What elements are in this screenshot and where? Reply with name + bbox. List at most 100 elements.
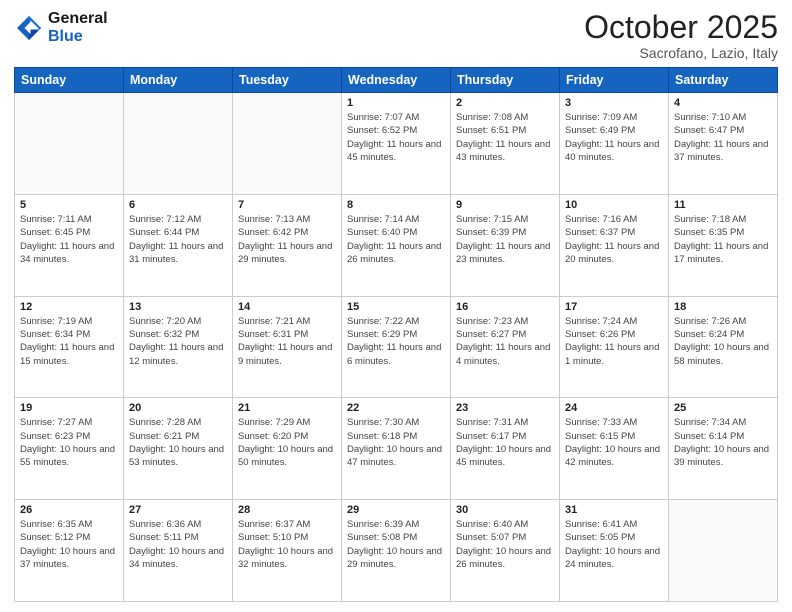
table-row: 1 Sunrise: 7:07 AM Sunset: 6:52 PM Daylig… (342, 93, 451, 195)
subtitle: Sacrofano, Lazio, Italy (584, 45, 778, 61)
table-row: 23 Sunrise: 7:31 AM Sunset: 6:17 PM Dayli… (451, 398, 560, 500)
day-info: Sunrise: 7:11 AM Sunset: 6:45 PM Dayligh… (20, 213, 118, 266)
day-info: Sunrise: 7:33 AM Sunset: 6:15 PM Dayligh… (565, 416, 663, 469)
calendar-week-row: 1 Sunrise: 7:07 AM Sunset: 6:52 PM Daylig… (15, 93, 778, 195)
day-number: 25 (674, 402, 772, 414)
main-title: October 2025 (584, 10, 778, 45)
day-number: 8 (347, 199, 445, 211)
day-info: Sunrise: 7:31 AM Sunset: 6:17 PM Dayligh… (456, 416, 554, 469)
calendar-header-row: Sunday Monday Tuesday Wednesday Thursday… (15, 68, 778, 93)
day-info: Sunrise: 7:30 AM Sunset: 6:18 PM Dayligh… (347, 416, 445, 469)
day-number: 19 (20, 402, 118, 414)
day-info: Sunrise: 6:36 AM Sunset: 5:11 PM Dayligh… (129, 518, 227, 571)
table-row: 4 Sunrise: 7:10 AM Sunset: 6:47 PM Daylig… (669, 93, 778, 195)
logo: General Blue (14, 10, 108, 45)
day-info: Sunrise: 7:14 AM Sunset: 6:40 PM Dayligh… (347, 213, 445, 266)
table-row: 16Sunrise: 7:23 AM Sunset: 6:27 PM Dayli… (451, 296, 560, 398)
day-info: Sunrise: 7:08 AM Sunset: 6:51 PM Dayligh… (456, 111, 554, 164)
day-info: Sunrise: 6:35 AM Sunset: 5:12 PM Dayligh… (20, 518, 118, 571)
table-row: 18Sunrise: 7:26 AM Sunset: 6:24 PM Dayli… (669, 296, 778, 398)
table-row: 29 Sunrise: 6:39 AM Sunset: 5:08 PM Dayli… (342, 500, 451, 602)
title-block: October 2025 Sacrofano, Lazio, Italy (584, 10, 778, 61)
day-info: Sunrise: 7:13 AM Sunset: 6:42 PM Dayligh… (238, 213, 336, 266)
header-sunday: Sunday (15, 68, 124, 93)
calendar-week-row: 19 Sunrise: 7:27 AM Sunset: 6:23 PM Dayli… (15, 398, 778, 500)
table-row: 22 Sunrise: 7:30 AM Sunset: 6:18 PM Dayli… (342, 398, 451, 500)
table-row: 19 Sunrise: 7:27 AM Sunset: 6:23 PM Dayli… (15, 398, 124, 500)
day-number: 12 (20, 301, 118, 313)
day-info: Sunrise: 7:12 AM Sunset: 6:44 PM Dayligh… (129, 213, 227, 266)
table-row (233, 93, 342, 195)
header: General Blue October 2025 Sacrofano, Laz… (14, 10, 778, 61)
calendar-week-row: 12Sunrise: 7:19 AM Sunset: 6:34 PM Dayli… (15, 296, 778, 398)
table-row: 25Sunrise: 7:34 AM Sunset: 6:14 PM Dayli… (669, 398, 778, 500)
day-info: Sunrise: 7:28 AM Sunset: 6:21 PM Dayligh… (129, 416, 227, 469)
day-info: Sunrise: 7:27 AM Sunset: 6:23 PM Dayligh… (20, 416, 118, 469)
day-number: 1 (347, 97, 445, 109)
day-number: 5 (20, 199, 118, 211)
day-info: Sunrise: 6:37 AM Sunset: 5:10 PM Dayligh… (238, 518, 336, 571)
table-row: 20 Sunrise: 7:28 AM Sunset: 6:21 PM Dayli… (124, 398, 233, 500)
table-row: 12Sunrise: 7:19 AM Sunset: 6:34 PM Dayli… (15, 296, 124, 398)
day-info: Sunrise: 7:29 AM Sunset: 6:20 PM Dayligh… (238, 416, 336, 469)
day-info: Sunrise: 6:40 AM Sunset: 5:07 PM Dayligh… (456, 518, 554, 571)
day-number: 26 (20, 504, 118, 516)
day-number: 4 (674, 97, 772, 109)
day-number: 27 (129, 504, 227, 516)
table-row: 11Sunrise: 7:18 AM Sunset: 6:35 PM Dayli… (669, 194, 778, 296)
table-row: 8 Sunrise: 7:14 AM Sunset: 6:40 PM Daylig… (342, 194, 451, 296)
header-friday: Friday (560, 68, 669, 93)
table-row: 6 Sunrise: 7:12 AM Sunset: 6:44 PM Daylig… (124, 194, 233, 296)
table-row (15, 93, 124, 195)
table-row: 30 Sunrise: 6:40 AM Sunset: 5:07 PM Dayli… (451, 500, 560, 602)
day-info: Sunrise: 7:16 AM Sunset: 6:37 PM Dayligh… (565, 213, 663, 266)
header-saturday: Saturday (669, 68, 778, 93)
day-number: 11 (674, 199, 772, 211)
day-number: 23 (456, 402, 554, 414)
day-info: Sunrise: 7:22 AM Sunset: 6:29 PM Dayligh… (347, 315, 445, 368)
day-number: 28 (238, 504, 336, 516)
header-thursday: Thursday (451, 68, 560, 93)
page: General Blue October 2025 Sacrofano, Laz… (0, 0, 792, 612)
day-number: 10 (565, 199, 663, 211)
day-number: 21 (238, 402, 336, 414)
day-number: 13 (129, 301, 227, 313)
day-number: 29 (347, 504, 445, 516)
day-number: 14 (238, 301, 336, 313)
day-number: 31 (565, 504, 663, 516)
header-monday: Monday (124, 68, 233, 93)
calendar-week-row: 26 Sunrise: 6:35 AM Sunset: 5:12 PM Dayli… (15, 500, 778, 602)
table-row: 9 Sunrise: 7:15 AM Sunset: 6:39 PM Daylig… (451, 194, 560, 296)
day-info: Sunrise: 7:07 AM Sunset: 6:52 PM Dayligh… (347, 111, 445, 164)
header-tuesday: Tuesday (233, 68, 342, 93)
day-number: 9 (456, 199, 554, 211)
day-number: 15 (347, 301, 445, 313)
table-row: 2Sunrise: 7:08 AM Sunset: 6:51 PM Daylig… (451, 93, 560, 195)
day-number: 22 (347, 402, 445, 414)
day-info: Sunrise: 7:20 AM Sunset: 6:32 PM Dayligh… (129, 315, 227, 368)
day-number: 6 (129, 199, 227, 211)
table-row (124, 93, 233, 195)
day-info: Sunrise: 7:10 AM Sunset: 6:47 PM Dayligh… (674, 111, 772, 164)
calendar-table: Sunday Monday Tuesday Wednesday Thursday… (14, 67, 778, 602)
logo-text: General Blue (48, 10, 108, 45)
day-number: 30 (456, 504, 554, 516)
day-number: 20 (129, 402, 227, 414)
table-row: 14Sunrise: 7:21 AM Sunset: 6:31 PM Dayli… (233, 296, 342, 398)
table-row (669, 500, 778, 602)
day-info: Sunrise: 7:26 AM Sunset: 6:24 PM Dayligh… (674, 315, 772, 368)
day-number: 17 (565, 301, 663, 313)
day-info: Sunrise: 7:15 AM Sunset: 6:39 PM Dayligh… (456, 213, 554, 266)
table-row: 5 Sunrise: 7:11 AM Sunset: 6:45 PM Daylig… (15, 194, 124, 296)
calendar-week-row: 5 Sunrise: 7:11 AM Sunset: 6:45 PM Daylig… (15, 194, 778, 296)
day-number: 16 (456, 301, 554, 313)
day-number: 24 (565, 402, 663, 414)
table-row: 26 Sunrise: 6:35 AM Sunset: 5:12 PM Dayli… (15, 500, 124, 602)
table-row: 24 Sunrise: 7:33 AM Sunset: 6:15 PM Dayli… (560, 398, 669, 500)
table-row: 31Sunrise: 6:41 AM Sunset: 5:05 PM Dayli… (560, 500, 669, 602)
table-row: 17 Sunrise: 7:24 AM Sunset: 6:26 PM Dayli… (560, 296, 669, 398)
day-info: Sunrise: 6:39 AM Sunset: 5:08 PM Dayligh… (347, 518, 445, 571)
day-info: Sunrise: 7:24 AM Sunset: 6:26 PM Dayligh… (565, 315, 663, 368)
day-info: Sunrise: 7:09 AM Sunset: 6:49 PM Dayligh… (565, 111, 663, 164)
table-row: 21 Sunrise: 7:29 AM Sunset: 6:20 PM Dayli… (233, 398, 342, 500)
